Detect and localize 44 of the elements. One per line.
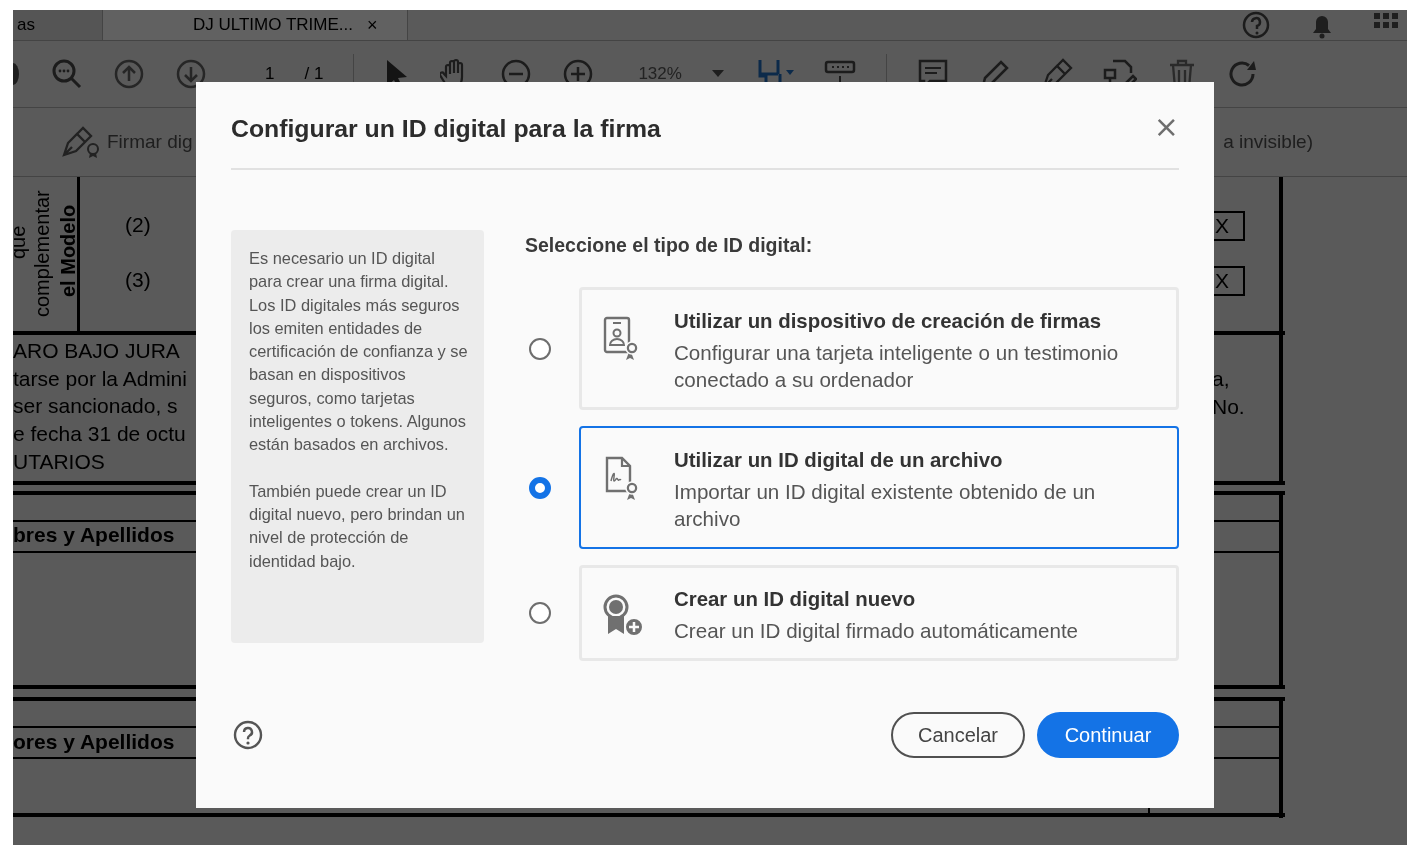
page-total: / 1	[304, 64, 324, 84]
cancel-button[interactable]: Cancelar	[891, 712, 1025, 758]
declaration-text: ARO BAJO JURA	[13, 339, 180, 363]
declaration-text: UTARIOS	[13, 449, 105, 474]
option-description: Importar un ID digital existente obtenido de un archivo	[674, 479, 1097, 532]
option-title: Crear un ID digital nuevo	[674, 587, 917, 612]
radio-button[interactable]	[529, 337, 551, 360]
row-marker: (2)	[125, 213, 151, 237]
option-description: Crear un ID digital firmado automáticamente	[674, 618, 1079, 644]
sign-option-label[interactable]: a invisible)	[1223, 131, 1313, 153]
arrow-down-circle-icon[interactable]	[175, 58, 207, 90]
document-tab[interactable]: as	[13, 10, 103, 40]
option-title: Utilizar un ID digital de un archivo	[674, 448, 1004, 473]
option-card[interactable]: Utilizar un ID digital de un archivo Importar un ID digital existente obtenido de un archivo	[579, 426, 1179, 549]
option-card[interactable]: Utilizar un dispositivo de creación de firmas Configurar una tarjeta inteligente o un testimonio conectado a su ordenador	[579, 287, 1179, 410]
help-icon[interactable]	[233, 720, 263, 750]
declaration-text: e fecha 31 de octu	[13, 422, 186, 447]
sign-digitally-button[interactable]: Firmar dig	[107, 131, 193, 153]
declaration-text: No.	[1212, 395, 1245, 419]
continue-button[interactable]: Continuar	[1037, 712, 1179, 758]
option-description: Configurar una tarjeta inteligente o un testimonio conectado a su ordenador	[674, 340, 1120, 393]
section-heading: Seleccione el tipo de ID digital:	[525, 234, 814, 257]
caret-icon[interactable]	[711, 70, 724, 78]
vertical-label: complementar	[31, 190, 54, 317]
column-header: ores y Apellidos	[13, 730, 175, 754]
dialog-title: Configurar un ID digital para la firma	[231, 115, 661, 143]
page-number-field[interactable]: 1	[265, 64, 275, 84]
tab-close[interactable]: ×	[366, 10, 378, 40]
search-icon[interactable]	[51, 58, 83, 90]
vertical-label: que	[13, 225, 30, 259]
info-text: También puede crear un ID digital nuevo, pero brindan un nivel de protección de identidad bajo.	[249, 480, 466, 572]
row-marker: (3)	[125, 268, 151, 292]
declaration-text: tarse por la Admini	[13, 366, 187, 391]
radio-button[interactable]	[529, 602, 551, 624]
option-card[interactable]: Crear un ID digital nuevo Crear un ID digital firmado automáticamente	[579, 565, 1179, 661]
zoom-level[interactable]: 132%	[638, 64, 682, 84]
vertical-label: el Modelo	[57, 204, 80, 297]
radio-button[interactable]	[529, 476, 551, 499]
option-title: Utilizar un dispositivo de creación de firmas	[674, 309, 1103, 334]
info-text: Es necesario un ID digital para crear una firma digital. Los ID digitales más seguros los emiten entidades de certificación de confianza y se basan en dispositivos seguros, como tarjetas inteligentes o tokens. Algunos están basados en archivos.	[249, 248, 468, 456]
column-header: bres y Apellidos	[13, 523, 175, 547]
close-button[interactable]: ×	[1153, 112, 1179, 142]
document-tab[interactable]: DJ ULTIMO TRIME... ×	[103, 10, 409, 40]
declaration-text: ser sancionado, s	[13, 394, 178, 419]
